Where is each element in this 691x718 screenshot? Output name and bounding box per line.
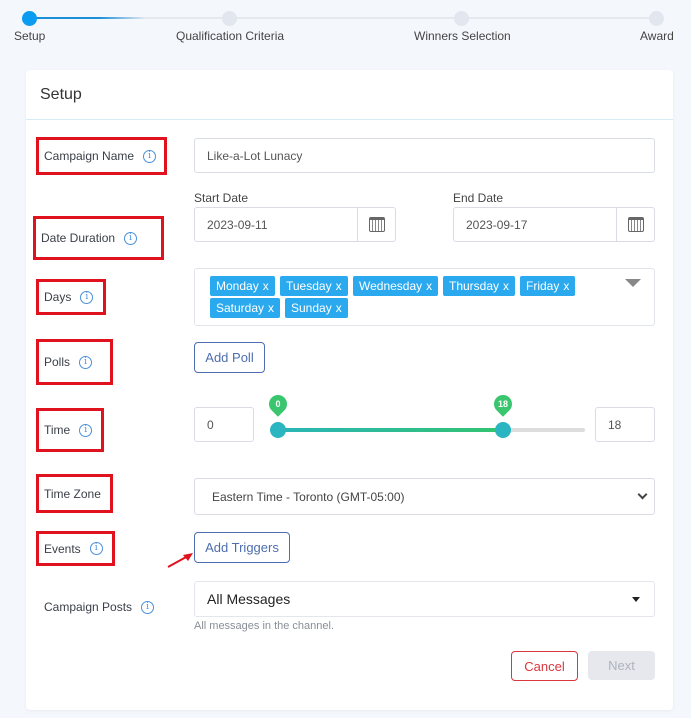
day-tag-friday: Friday x	[520, 276, 576, 296]
time-max-value: 18	[608, 417, 622, 432]
step-dot-qualification[interactable]	[222, 11, 237, 26]
info-icon[interactable]: i	[80, 290, 94, 304]
info-icon[interactable]: i	[79, 423, 93, 437]
days-multiselect[interactable]: Monday x Tuesday x Wednesday x Thursday x Fr…	[194, 268, 655, 326]
progress-stepper: Setup Qualification Criteria Winners Sel…	[0, 0, 691, 60]
step-dot-setup[interactable]	[22, 11, 37, 26]
card-title: Setup	[26, 70, 673, 120]
time-range-slider[interactable]: 0 18	[265, 390, 585, 438]
remove-tag-icon[interactable]: x	[503, 279, 509, 293]
info-icon[interactable]: i	[89, 542, 103, 555]
chevron-down-icon	[637, 489, 648, 500]
step-label-qualification[interactable]: Qualification Criteria	[176, 29, 284, 43]
end-date-input[interactable]: 2023-09-17	[453, 207, 655, 242]
polls-label: Polls i	[36, 339, 113, 385]
remove-tag-icon[interactable]: x	[336, 301, 342, 315]
campaign-name-label-text: Campaign Name	[44, 149, 135, 163]
remove-tag-icon[interactable]: x	[336, 279, 342, 293]
start-date-input[interactable]: 2023-09-11	[194, 207, 396, 242]
campaign-name-label: Campaign Name i	[36, 137, 167, 175]
day-tag-saturday: Saturday x	[210, 298, 281, 318]
calendar-icon	[368, 217, 385, 232]
info-icon[interactable]: i	[79, 355, 93, 369]
time-zone-value: Eastern Time - Toronto (GMT-05:00)	[212, 489, 405, 504]
campaign-name-value: Like-a-Lot Lunacy	[207, 148, 303, 163]
slider-fill	[278, 428, 503, 432]
step-label-award[interactable]: Award	[640, 29, 674, 43]
setup-card: Setup Campaign Name i Like-a-Lot Lunacy …	[26, 70, 673, 710]
remove-tag-icon[interactable]: x	[426, 279, 432, 293]
campaign-posts-label-text: Campaign Posts	[44, 600, 133, 614]
slider-low-label: 0	[275, 399, 281, 409]
next-button[interactable]: Next	[588, 651, 655, 680]
date-duration-label: Date Duration i	[33, 216, 164, 260]
day-tag-tuesday: Tuesday x	[280, 276, 348, 296]
time-zone-label-text: Time Zone	[44, 486, 101, 501]
end-date-calendar-button[interactable]	[616, 208, 654, 241]
slider-high-label: 18	[497, 399, 508, 409]
add-triggers-button[interactable]: Add Triggers	[194, 532, 290, 563]
days-label: Days i	[36, 279, 106, 315]
info-icon[interactable]: i	[143, 149, 157, 163]
step-dot-award[interactable]	[649, 11, 664, 26]
campaign-name-input[interactable]: Like-a-Lot Lunacy	[194, 138, 655, 173]
campaign-posts-value: All Messages	[207, 591, 291, 607]
day-tag-thursday: Thursday x	[443, 276, 516, 296]
add-poll-button[interactable]: Add Poll	[194, 342, 265, 373]
events-label-text: Events	[44, 541, 81, 556]
info-icon[interactable]: i	[124, 231, 138, 245]
remove-tag-icon[interactable]: x	[268, 301, 274, 315]
time-zone-select[interactable]: Eastern Time - Toronto (GMT-05:00)	[194, 478, 655, 515]
caret-down-icon	[632, 597, 640, 602]
date-duration-label-text: Date Duration	[41, 231, 116, 245]
stepper-progress	[30, 17, 145, 19]
start-date-label: Start Date	[194, 191, 249, 205]
slider-high-handle[interactable]	[495, 422, 511, 438]
day-tag-sunday: Sunday x	[285, 298, 348, 318]
days-label-text: Days	[44, 290, 72, 304]
dropdown-caret-icon[interactable]	[625, 279, 641, 287]
slider-low-handle[interactable]	[270, 422, 286, 438]
campaign-posts-select[interactable]: All Messages	[194, 581, 655, 617]
time-zone-label: Time Zone	[36, 474, 113, 513]
step-label-winners[interactable]: Winners Selection	[414, 29, 511, 43]
calendar-icon	[627, 217, 644, 232]
time-label: Time i	[36, 408, 104, 452]
remove-tag-icon[interactable]: x	[563, 279, 569, 293]
annotation-arrow-icon	[167, 553, 193, 568]
step-label-setup[interactable]: Setup	[14, 29, 45, 43]
start-date-value: 2023-09-11	[207, 217, 268, 232]
campaign-posts-helper: All messages in the channel.	[194, 620, 335, 632]
end-date-label: End Date	[453, 191, 504, 205]
info-icon[interactable]: i	[141, 600, 155, 614]
start-date-calendar-button[interactable]	[357, 208, 395, 241]
end-date-value: 2023-09-17	[466, 217, 528, 232]
time-min-input[interactable]: 0	[194, 407, 254, 442]
polls-label-text: Polls	[44, 355, 71, 369]
step-dot-winners[interactable]	[454, 11, 469, 26]
time-max-input[interactable]: 18	[595, 407, 655, 442]
time-min-value: 0	[207, 417, 214, 432]
events-label: Events i	[36, 531, 115, 566]
campaign-posts-label: Campaign Posts i	[44, 598, 155, 616]
time-label-text: Time	[44, 423, 71, 437]
day-tag-wednesday: Wednesday x	[353, 276, 439, 296]
cancel-button[interactable]: Cancel	[511, 651, 578, 681]
day-tag-monday: Monday x	[210, 276, 275, 296]
remove-tag-icon[interactable]: x	[263, 279, 269, 293]
